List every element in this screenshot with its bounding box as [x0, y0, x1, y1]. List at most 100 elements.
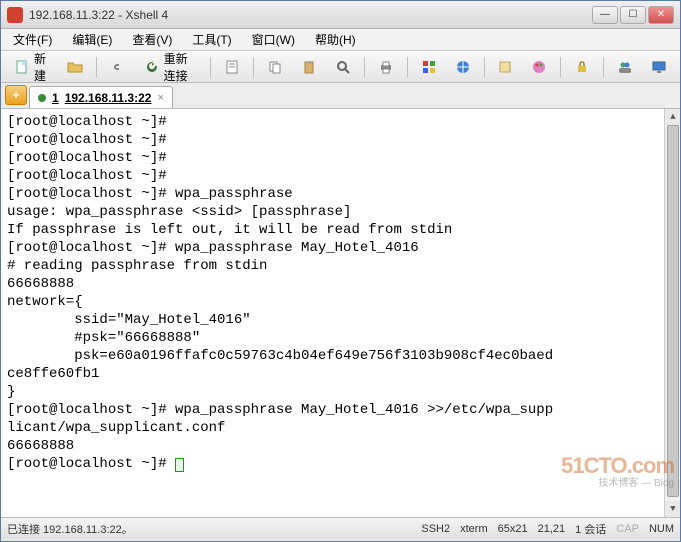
paste-button[interactable]	[294, 55, 324, 79]
document-icon	[224, 59, 240, 75]
lock-button[interactable]	[567, 55, 597, 79]
search-icon	[335, 59, 351, 75]
status-protocol: SSH2	[421, 523, 450, 535]
terminal-line: [root@localhost ~]#	[7, 113, 674, 131]
menu-help[interactable]: 帮助(H)	[309, 29, 362, 50]
status-cursor-pos: 21,21	[538, 523, 566, 535]
window-buttons: — ☐ ✕	[592, 6, 674, 24]
status-sessions: 1 会话	[575, 521, 606, 537]
terminal-line: 66668888	[7, 437, 674, 455]
cursor	[175, 458, 184, 472]
folder-open-icon	[67, 59, 83, 75]
separator	[560, 57, 561, 77]
separator	[364, 57, 365, 77]
globe-icon	[455, 59, 471, 75]
reconnect-button[interactable]: 重新连接	[137, 55, 205, 79]
menubar: 文件(F) 编辑(E) 查看(V) 工具(T) 窗口(W) 帮助(H)	[1, 29, 680, 51]
close-button[interactable]: ✕	[648, 6, 674, 24]
terminal-line: [root@localhost ~]#	[7, 167, 674, 185]
palette-icon	[531, 59, 547, 75]
color-button[interactable]	[524, 55, 554, 79]
connection-status-icon	[38, 94, 46, 102]
scroll-down-button[interactable]: ▼	[665, 501, 680, 517]
open-button[interactable]	[60, 55, 90, 79]
terminal-line: # reading passphrase from stdin	[7, 257, 674, 275]
scroll-up-button[interactable]: ▲	[665, 109, 680, 125]
statusbar: 已连接 192.168.11.3:22。 SSH2 xterm 65x21 21…	[1, 517, 680, 539]
maximize-button[interactable]: ☐	[620, 6, 646, 24]
new-button[interactable]: 新建	[7, 55, 56, 79]
scrollbar[interactable]: ▲ ▼	[664, 109, 680, 517]
users-icon	[617, 59, 633, 75]
tab-session-1[interactable]: 1 192.168.11.3:22 ×	[29, 86, 173, 108]
copy-button[interactable]	[260, 55, 290, 79]
terminal-line: ssid="May_Hotel_4016"	[7, 311, 674, 329]
watermark-tagline: 技术博客 — Blog	[561, 475, 674, 493]
tabbar: + 1 192.168.11.3:22 ×	[1, 83, 680, 109]
scroll-thumb[interactable]	[667, 125, 679, 497]
terminal-line: [root@localhost ~]#	[7, 455, 674, 473]
terminal-line: [root@localhost ~]#	[7, 149, 674, 167]
terminal-line: network={	[7, 293, 674, 311]
app-icon	[7, 7, 23, 23]
status-caps: CAP	[616, 523, 639, 535]
terminal-line: [root@localhost ~]#	[7, 131, 674, 149]
menu-edit[interactable]: 编辑(E)	[66, 29, 118, 50]
new-file-icon	[14, 59, 30, 75]
print-button[interactable]	[371, 55, 401, 79]
paste-icon	[301, 59, 317, 75]
tab-index: 1	[52, 91, 59, 105]
separator	[603, 57, 604, 77]
refresh-icon	[144, 59, 160, 75]
plus-icon: +	[12, 88, 19, 102]
terminal-line: [root@localhost ~]# wpa_passphrase May_H…	[7, 239, 674, 257]
app2-button[interactable]	[448, 55, 478, 79]
tab-close-button[interactable]: ×	[157, 92, 163, 104]
titlebar: 192.168.11.3:22 - Xshell 4 — ☐ ✕	[1, 1, 680, 29]
tab-label: 192.168.11.3:22	[65, 91, 152, 105]
grid-icon	[421, 59, 437, 75]
separator	[253, 57, 254, 77]
terminal-line: #psk="66668888"	[7, 329, 674, 347]
monitor-button[interactable]	[644, 55, 674, 79]
terminal-line: licant/wpa_supplicant.conf	[7, 419, 674, 437]
status-num: NUM	[649, 523, 674, 535]
copy-icon	[267, 59, 283, 75]
script-button[interactable]	[490, 55, 520, 79]
terminal-line: usage: wpa_passphrase <ssid> [passphrase…	[7, 203, 674, 221]
users-button[interactable]	[610, 55, 640, 79]
menu-view[interactable]: 查看(V)	[126, 29, 178, 50]
separator	[484, 57, 485, 77]
status-term-type: xterm	[460, 523, 488, 535]
toolbar: 新建 重新连接	[1, 51, 680, 83]
printer-icon	[378, 59, 394, 75]
terminal-line: If passphrase is left out, it will be re…	[7, 221, 674, 239]
terminal-line: }	[7, 383, 674, 401]
monitor-icon	[651, 59, 667, 75]
separator	[407, 57, 408, 77]
status-connection: 已连接 192.168.11.3:22。	[7, 521, 133, 537]
reconnect-label: 重新连接	[164, 50, 198, 84]
minimize-button[interactable]: —	[592, 6, 618, 24]
scroll-icon	[497, 59, 513, 75]
new-label: 新建	[34, 50, 49, 84]
status-size: 65x21	[498, 523, 528, 535]
add-tab-button[interactable]: +	[5, 85, 27, 105]
window-title: 192.168.11.3:22 - Xshell 4	[29, 8, 592, 22]
menu-window[interactable]: 窗口(W)	[246, 29, 301, 50]
search-button[interactable]	[328, 55, 358, 79]
properties-button[interactable]	[217, 55, 247, 79]
terminal[interactable]: [root@localhost ~]#[root@localhost ~]#[r…	[1, 109, 680, 517]
separator	[210, 57, 211, 77]
menu-file[interactable]: 文件(F)	[7, 29, 58, 50]
menu-tools[interactable]: 工具(T)	[186, 29, 237, 50]
terminal-line: [root@localhost ~]# wpa_passphrase	[7, 185, 674, 203]
link-button[interactable]	[103, 55, 133, 79]
terminal-line: ce8ffe60fb1	[7, 365, 674, 383]
app1-button[interactable]	[414, 55, 444, 79]
terminal-line: [root@localhost ~]# wpa_passphrase May_H…	[7, 401, 674, 419]
terminal-line: 66668888	[7, 275, 674, 293]
terminal-line: psk=e60a0196ffafc0c59763c4b04ef649e756f3…	[7, 347, 674, 365]
lock-icon	[574, 59, 590, 75]
separator	[96, 57, 97, 77]
